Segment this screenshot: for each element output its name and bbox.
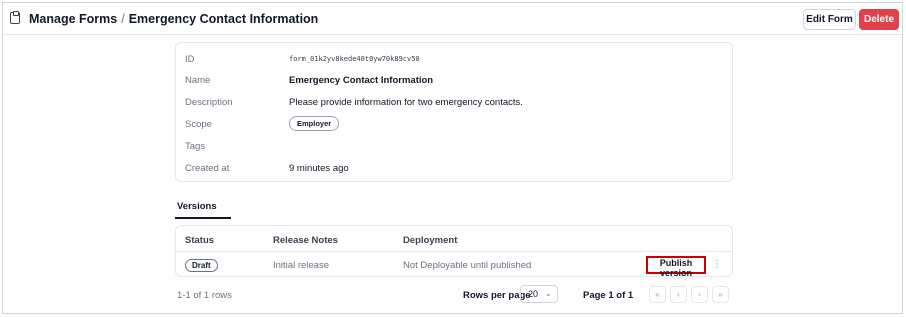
status-badge: Draft [185,259,218,272]
page-indicator: Page 1 of 1 [583,290,634,301]
name-label: Name [185,75,211,86]
detail-row-scope: Scope Employer [176,116,732,133]
detail-row-name: Name Emergency Contact Information [176,75,732,89]
tab-active-indicator [175,217,231,219]
page-header: Manage Forms / Emergency Contact Informati… [3,3,902,35]
id-value: form_01k2yv8kede40t0yw70k89cv50 [289,55,420,63]
table-header: Status Release Notes Deployment [176,226,732,252]
breadcrumb-current: Emergency Contact Information [128,12,319,26]
tags-label: Tags [185,141,206,152]
scope-badge: Employer [289,116,340,131]
column-header-release-notes: Release Notes [273,235,338,246]
first-page-button[interactable]: « [649,286,666,303]
chevron-down-icon: ⌄ [545,289,552,298]
breadcrumb-separator: / [121,12,125,26]
rows-per-page-select[interactable]: 20 ⌄ [520,285,558,303]
versions-table: Status Release Notes Deployment Draft In… [175,225,733,278]
delete-button[interactable]: Delete [859,9,899,30]
column-header-deployment: Deployment [403,235,458,246]
next-page-button[interactable]: › [691,286,708,303]
app-frame: Manage Forms / Emergency Contact Informati… [2,2,903,314]
id-label: ID [185,54,195,65]
rows-count: 1-1 of 1 rows [177,290,232,301]
edit-form-button[interactable]: Edit Form [803,9,856,30]
description-value: Please provide information for two emerg… [289,97,523,108]
last-page-button[interactable]: » [712,286,729,303]
name-value: Emergency Contact Information [289,75,434,86]
previous-page-button[interactable]: ‹ [670,286,687,303]
detail-row-description: Description Please provide information f… [176,97,732,111]
breadcrumb-manage-forms[interactable]: Manage Forms [29,12,117,26]
publish-version-button[interactable]: Publish version [646,256,706,278]
detail-row-created: Created at 9 minutes ago [176,163,732,177]
detail-row-id: ID form_01k2yv8kede40t0yw70k89cv50 [176,54,732,68]
created-label: Created at [185,163,230,174]
scope-label: Scope [185,119,212,130]
created-value: 9 minutes ago [289,163,349,174]
more-options-icon[interactable]: ⋮ [712,257,722,273]
release-notes-cell: Initial release [273,260,329,271]
clipboard-icon [10,11,20,24]
scope-value: Employer [289,116,340,131]
tab-versions[interactable]: Versions [177,201,217,215]
column-header-status: Status [185,235,215,246]
rows-per-page-value: 20 [528,289,539,299]
deployment-cell: Not Deployable until published [403,260,532,271]
description-label: Description [185,97,233,108]
breadcrumb: Manage Forms / Emergency Contact Informati… [29,12,318,26]
table-row: Draft Initial release Not Deployable unt… [176,253,732,278]
form-details-card: ID form_01k2yv8kede40t0yw70k89cv50 Name … [175,42,733,182]
detail-row-tags: Tags [176,141,732,155]
